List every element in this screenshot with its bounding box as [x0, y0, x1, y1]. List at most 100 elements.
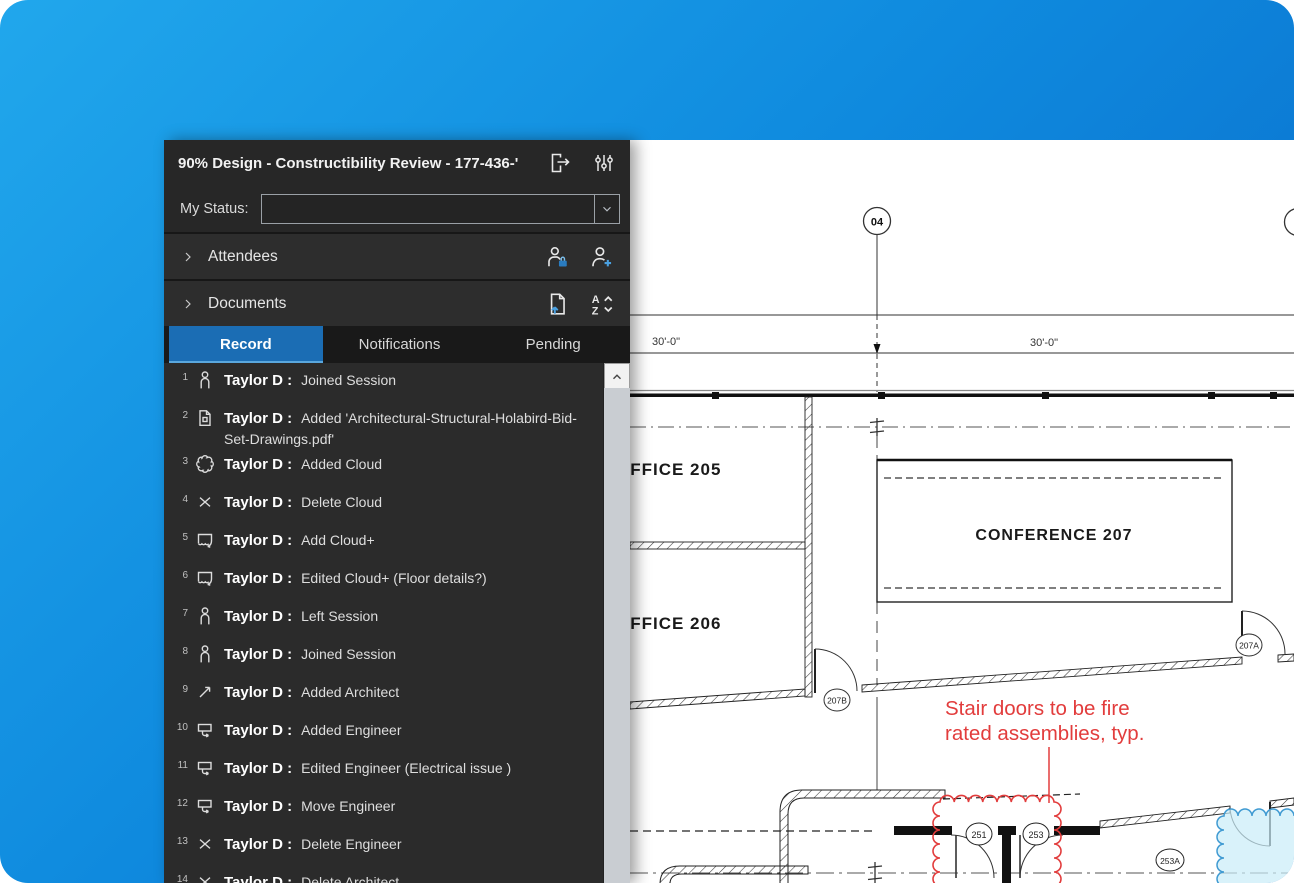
invite-attendee-icon[interactable] [588, 244, 614, 270]
record-item-user: Taylor D : [224, 798, 292, 815]
record-item[interactable]: 4 Taylor D :Delete Cloud [172, 487, 604, 525]
person-icon [195, 644, 215, 664]
person-icon [195, 606, 215, 626]
chevron-down-icon[interactable] [594, 195, 619, 223]
stair-walls [630, 790, 1294, 883]
arrow-icon [195, 682, 215, 702]
record-item-user: Taylor D : [224, 570, 292, 587]
record-item-user: Taylor D : [224, 532, 292, 549]
tab-notifications[interactable]: Notifications [323, 326, 477, 363]
record-item[interactable]: 10 Taylor D :Added Engineer [172, 715, 604, 753]
record-item[interactable]: 1 Taylor D :Joined Session [172, 365, 604, 403]
record-item[interactable]: 14 Taylor D : Delete Architect [172, 867, 604, 883]
cloud-icon [195, 454, 215, 474]
record-item-user: Taylor D : [224, 722, 292, 739]
scroll-up-button[interactable] [604, 363, 630, 390]
dimension-lines: 30'-0" 30'-0" [630, 315, 1294, 353]
grid-bubble-04: 04 [864, 208, 891, 393]
record-item[interactable]: 2 Taylor D :Added 'Architectural-Structu… [172, 403, 604, 449]
leave-session-icon[interactable] [548, 151, 572, 175]
record-tabs: Record Notifications Pending [164, 326, 630, 363]
record-item[interactable]: 11 Taylor D :Edited Engineer (Electrical… [172, 753, 604, 791]
sort-az-icon[interactable]: A Z [588, 291, 614, 317]
scrollbar-thumb[interactable] [604, 388, 630, 883]
door-207b: 207B [815, 649, 857, 711]
record-item[interactable]: 6 Taylor D :Edited Cloud+ (Floor details… [172, 563, 604, 601]
record-item[interactable]: 13 Taylor D :Delete Engineer [172, 829, 604, 867]
wall-vertical-hatched [805, 397, 812, 697]
record-item-user: Taylor D : [224, 608, 292, 625]
attendees-section-header[interactable]: Attendees [164, 234, 630, 279]
svg-text:207B: 207B [827, 696, 847, 706]
documents-label: Documents [208, 295, 286, 313]
record-item-number: 9 [172, 682, 188, 695]
svg-text:207A: 207A [1239, 641, 1259, 651]
svg-text:A: A [592, 293, 600, 305]
svg-text:04: 04 [871, 217, 884, 229]
record-item-action: Edited Engineer (Electrical issue ) [301, 760, 511, 776]
record-list-container: 1 Taylor D :Joined Session 2 Taylor D :A… [164, 363, 630, 883]
cloud-plus-icon [195, 530, 215, 550]
record-list: 1 Taylor D :Joined Session 2 Taylor D :A… [164, 363, 604, 883]
drawing-viewport[interactable]: 30'-0" 30'-0" 04 [630, 140, 1294, 883]
my-status-row: My Status: [164, 186, 630, 232]
record-item-action: Delete Architect [301, 874, 399, 883]
svg-text:251: 251 [971, 830, 986, 840]
record-item-number: 14 [172, 872, 188, 883]
record-item-action: Left Session [301, 608, 378, 624]
tab-pending[interactable]: Pending [476, 326, 630, 363]
document-icon [195, 408, 215, 428]
session-settings-icon[interactable] [592, 151, 616, 175]
callout-icon [195, 796, 215, 816]
record-item-number: 11 [172, 758, 188, 771]
record-item-user: Taylor D : [224, 646, 292, 663]
record-item-action: Added Cloud [301, 456, 382, 472]
record-item-action: Joined Session [301, 646, 396, 662]
session-title: 90% Design - Constructibility Review - 1… [164, 155, 538, 172]
record-item-number: 1 [172, 370, 188, 383]
my-status-select[interactable] [261, 194, 621, 224]
blue-highlight-cloud[interactable] [1217, 809, 1294, 883]
record-item-number: 2 [172, 408, 188, 421]
my-status-value [262, 195, 595, 223]
record-item[interactable]: 12 Taylor D : Move Engineer [172, 791, 604, 829]
record-item[interactable]: 3 Taylor D :Added Cloud [172, 449, 604, 487]
documents-section-header[interactable]: Documents A Z [164, 281, 630, 326]
red-markup-note[interactable]: Stair doors to be fire rated assemblies,… [945, 697, 1144, 803]
record-item-user: Taylor D : [224, 684, 292, 701]
record-item-user: Taylor D : [224, 456, 292, 473]
chevron-right-icon [180, 249, 196, 265]
svg-text:Z: Z [592, 305, 599, 317]
record-item-number: 7 [172, 606, 188, 619]
record-item-number: 12 [172, 796, 188, 809]
dimension-label-left: 30'-0" [652, 336, 680, 348]
add-document-icon[interactable] [544, 291, 570, 317]
svg-text:Stair doors to be fire: Stair doors to be fire [945, 697, 1130, 720]
record-item-action: Delete Engineer [301, 836, 401, 852]
session-titlebar: 90% Design - Constructibility Review - 1… [164, 140, 630, 186]
delete-icon [195, 492, 215, 512]
record-item-number: 4 [172, 492, 188, 505]
room-label-office-206: OFFICE 206 [630, 614, 721, 633]
scrollbar [603, 363, 630, 883]
record-item[interactable]: 7 Taylor D : Left Session [172, 601, 604, 639]
attendees-label: Attendees [208, 248, 278, 266]
record-item-user: Taylor D : [224, 410, 292, 427]
callout-icon [195, 720, 215, 740]
record-item-user: Taylor D : [224, 874, 292, 883]
room-label-office-205: OFFICE 205 [630, 460, 721, 479]
person-icon [195, 370, 215, 390]
my-status-label: My Status: [164, 201, 249, 217]
record-item[interactable]: 9 Taylor D :Added Architect [172, 677, 604, 715]
tab-record[interactable]: Record [169, 326, 323, 363]
attendee-permissions-icon[interactable] [544, 244, 570, 270]
record-item-action: Delete Cloud [301, 494, 382, 510]
studio-session-panel: 90% Design - Constructibility Review - 1… [164, 140, 630, 883]
record-item[interactable]: 5 Taylor D :Add Cloud+ [172, 525, 604, 563]
app-canvas: 30'-0" 30'-0" 04 [0, 0, 1294, 883]
record-item-action: Move Engineer [301, 798, 395, 814]
room-label-conference-207: CONFERENCE 207 [975, 527, 1132, 544]
record-item-user: Taylor D : [224, 372, 292, 389]
record-item[interactable]: 8 Taylor D :Joined Session [172, 639, 604, 677]
record-item-number: 5 [172, 530, 188, 543]
